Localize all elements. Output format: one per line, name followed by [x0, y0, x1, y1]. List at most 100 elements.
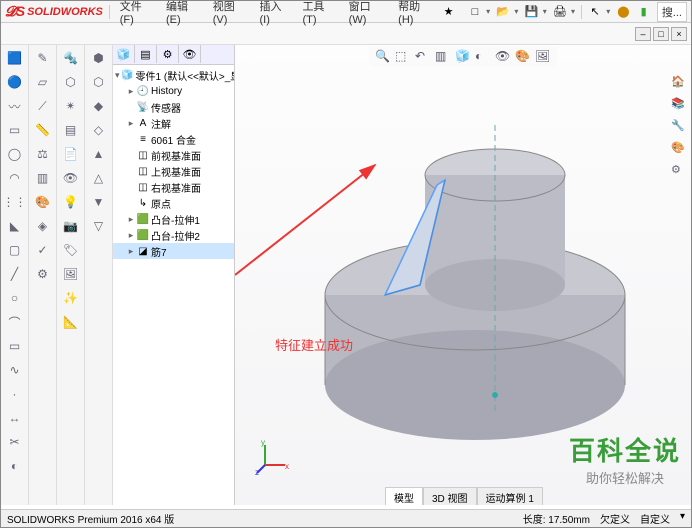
expand-icon[interactable]: ▾ [115, 70, 120, 81]
tree-tab-feature[interactable]: 🧊 [113, 45, 135, 63]
options-icon[interactable]: ⬤ [616, 4, 630, 20]
measure-icon[interactable]: 📏 [34, 121, 52, 139]
plane-icon[interactable]: ▱ [34, 73, 52, 91]
axis-icon[interactable]: ⟋ [34, 97, 52, 115]
render-icon[interactable]: ✨ [62, 289, 80, 307]
tree-item-material[interactable]: ≡6061 合金 [113, 131, 234, 147]
tree-item-right-plane[interactable]: ◫右视基准面 [113, 179, 234, 195]
feature-tree[interactable]: ▾ 🧊 零件1 (默认<<默认>_显 ▸🕘History 📡传感器 ▸A注解 ≡… [113, 65, 234, 505]
tab-motion[interactable]: 运动算例 1 [477, 487, 543, 505]
tool-a-icon[interactable]: ⬢ [90, 49, 108, 67]
appear3-icon[interactable]: 🎨 [671, 141, 687, 157]
appearance-icon[interactable]: 🎨 [34, 193, 52, 211]
tool-h-icon[interactable]: ▽ [90, 217, 108, 235]
home-icon[interactable]: 🏠 [671, 75, 687, 91]
tab-3dview[interactable]: 3D 视图 [423, 487, 477, 505]
status-custom[interactable]: 自定义 [640, 511, 670, 526]
menu-window[interactable]: 窗口(W) [345, 0, 389, 28]
zoom-area-icon[interactable]: ⬚ [395, 49, 411, 65]
arc-icon[interactable]: ⌒ [6, 313, 24, 331]
extrude-icon[interactable]: 🟦 [6, 49, 24, 67]
tool-f-icon[interactable]: △ [90, 169, 108, 187]
zoom-fit-icon[interactable]: 🔍 [375, 49, 391, 65]
tree-item-extrude2[interactable]: ▸🟩凸台-拉伸2 [113, 227, 234, 243]
display-style-icon[interactable]: ◐ [475, 49, 491, 65]
point-icon[interactable]: · [6, 385, 24, 403]
scene-icon[interactable]: 🖼 [62, 265, 80, 283]
view-triad-icon[interactable]: x y z [255, 435, 295, 475]
minimize-button[interactable]: – [635, 27, 651, 41]
save-icon[interactable]: 💾 [524, 4, 538, 20]
line-icon[interactable]: ╱ [6, 265, 24, 283]
menu-insert[interactable]: 插入(I) [256, 0, 293, 28]
tree-tab-property[interactable]: ▤ [135, 45, 157, 63]
assy-icon[interactable]: 🔩 [62, 49, 80, 67]
menu-help[interactable]: 帮助(H) [394, 0, 435, 28]
mass-icon[interactable]: ⚖ [34, 145, 52, 163]
eval-icon[interactable]: ✓ [34, 241, 52, 259]
new-icon[interactable]: □ [468, 4, 482, 20]
circle-icon[interactable]: ○ [6, 289, 24, 307]
tree-item-top-plane[interactable]: ◫上视基准面 [113, 163, 234, 179]
star-icon[interactable]: ★ [441, 4, 455, 20]
maximize-button[interactable]: □ [653, 27, 669, 41]
close-button[interactable]: × [671, 27, 687, 41]
sweep-icon[interactable]: 〰 [6, 97, 24, 115]
rib-icon[interactable]: ◣ [6, 217, 24, 235]
viewport-3d[interactable]: 🔍 ⬚ ↶ ▥ 🧊 ◐ 👁 🎨 🖼 [235, 45, 691, 505]
rect-icon[interactable]: ▭ [6, 337, 24, 355]
section-view-icon[interactable]: ▥ [435, 49, 451, 65]
status-dropdown-icon[interactable]: ▾ [680, 511, 685, 526]
camera-icon[interactable]: 📷 [62, 217, 80, 235]
tree-item-extrude1[interactable]: ▸🟩凸台-拉伸1 [113, 211, 234, 227]
open-icon[interactable]: 📂 [496, 4, 510, 20]
light-icon[interactable]: 💡 [62, 193, 80, 211]
search-box[interactable]: 搜... [657, 2, 687, 22]
tree-item-rib7[interactable]: ▸◪筋7 [113, 243, 234, 259]
tool-c-icon[interactable]: ◆ [90, 97, 108, 115]
mate-icon[interactable]: ⬡ [62, 73, 80, 91]
pattern-icon[interactable]: ⋮⋮ [6, 193, 24, 211]
trim-icon[interactable]: ✂ [6, 433, 24, 451]
tool-e-icon[interactable]: ▲ [90, 145, 108, 163]
sketch-icon[interactable]: ✎ [34, 49, 52, 67]
tree-tab-display[interactable]: 👁 [179, 45, 201, 63]
mirror-icon[interactable]: ◐ [6, 457, 24, 475]
menu-view[interactable]: 视图(V) [209, 0, 250, 28]
revolve-icon[interactable]: 🔵 [6, 73, 24, 91]
view2-icon[interactable]: 👁 [62, 169, 80, 187]
tree-item-annotations[interactable]: ▸A注解 [113, 115, 234, 131]
material-icon[interactable]: ◈ [34, 217, 52, 235]
print-icon[interactable]: 🖨 [553, 4, 567, 20]
dim-icon[interactable]: ↔ [6, 409, 24, 427]
custom-icon[interactable]: ⚙ [671, 163, 687, 179]
tree-root[interactable]: ▾ 🧊 零件1 (默认<<默认>_显 [113, 67, 234, 83]
fillet-icon[interactable]: ◠ [6, 169, 24, 187]
cursor-icon[interactable]: ↖ [588, 4, 602, 20]
lib-icon[interactable]: 📚 [671, 97, 687, 113]
scene2-icon[interactable]: 🖼 [535, 49, 551, 65]
prop-icon[interactable]: 🔧 [671, 119, 687, 135]
tree-item-history[interactable]: ▸🕘History [113, 83, 234, 99]
shell-icon[interactable]: ▢ [6, 241, 24, 259]
cut-icon[interactable]: ▭ [6, 121, 24, 139]
tree-tab-config[interactable]: ⚙ [157, 45, 179, 63]
explode-icon[interactable]: ✴ [62, 97, 80, 115]
tree-item-origin[interactable]: ↳原点 [113, 195, 234, 211]
view-orient-icon[interactable]: 🧊 [455, 49, 471, 65]
tab-model[interactable]: 模型 [385, 487, 423, 505]
tool-b-icon[interactable]: ⬡ [90, 73, 108, 91]
prev-view-icon[interactable]: ↶ [415, 49, 431, 65]
tool-g-icon[interactable]: ▼ [90, 193, 108, 211]
menu-tools[interactable]: 工具(T) [298, 0, 338, 28]
tree-item-sensors[interactable]: 📡传感器 [113, 99, 234, 115]
part-3d-model[interactable] [285, 85, 645, 445]
section-icon[interactable]: ▥ [34, 169, 52, 187]
drawing-icon[interactable]: 📄 [62, 145, 80, 163]
hide-show-icon[interactable]: 👁 [495, 49, 511, 65]
spline-icon[interactable]: ∿ [6, 361, 24, 379]
config-icon[interactable]: ⚙ [34, 265, 52, 283]
tree-item-front-plane[interactable]: ◫前视基准面 [113, 147, 234, 163]
menu-edit[interactable]: 编辑(E) [162, 0, 203, 28]
decal-icon[interactable]: 🏷 [62, 241, 80, 259]
